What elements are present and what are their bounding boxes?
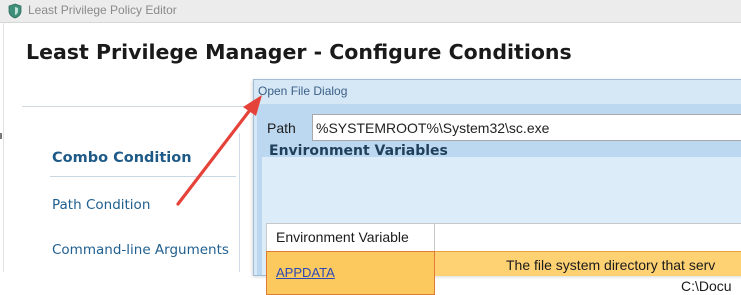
- open-file-dialog: Open File Dialog Path Environment Variab…: [253, 79, 741, 295]
- sidebar-selected-underline: [50, 176, 236, 177]
- path-input[interactable]: [312, 114, 741, 141]
- sidebar-divider: [239, 133, 240, 272]
- sidebar-item-path-condition[interactable]: Path Condition: [52, 197, 150, 213]
- environment-variables-panel: Environment Variable The file system dir…: [262, 157, 741, 295]
- shield-icon: [8, 3, 22, 19]
- title-divider: [22, 106, 254, 107]
- sidebar-item-command-line-arguments[interactable]: Command-line Arguments: [52, 242, 229, 258]
- dialog-body: Path Environment Variables Environment V…: [257, 104, 741, 295]
- window-title-bar: Least Privilege Policy Editor: [0, 0, 741, 23]
- path-label: Path: [267, 120, 296, 136]
- column-header-environment-variable[interactable]: Environment Variable: [266, 224, 435, 251]
- variable-cell[interactable]: APPDATA: [266, 251, 435, 295]
- dialog-title: Open File Dialog: [258, 84, 348, 98]
- description-cell-path: C:\Docu: [681, 278, 732, 294]
- page-title: Least Privilege Manager - Configure Cond…: [26, 40, 572, 64]
- window-title: Least Privilege Policy Editor: [28, 3, 177, 17]
- sidebar-item-combo-condition[interactable]: Combo Condition: [52, 150, 192, 166]
- description-cell: The file system directory that serv: [506, 257, 716, 273]
- variable-link-appdata[interactable]: APPDATA: [276, 265, 335, 280]
- grid-header: Environment Variable: [266, 223, 741, 251]
- window-frame-edge: [3, 22, 4, 272]
- frame-marker: [0, 133, 2, 139]
